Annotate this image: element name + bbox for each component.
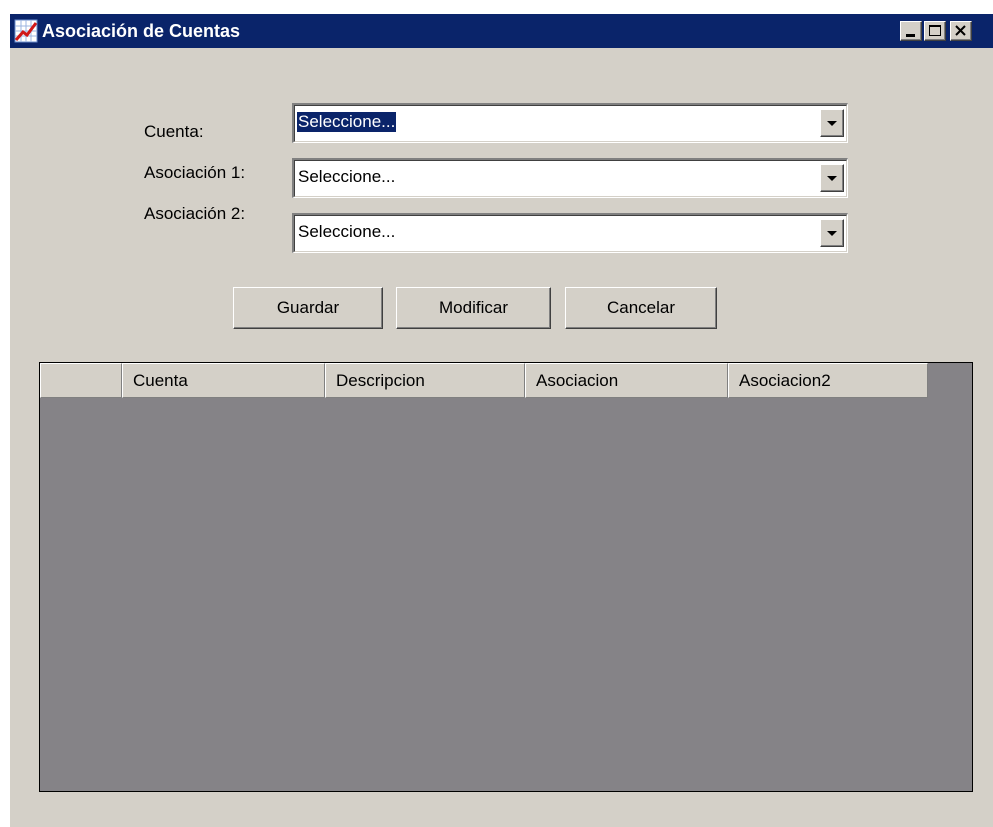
window: Asociación de Cuentas Cuenta: Asociación…	[10, 14, 993, 827]
asociacion1-dropdown-button[interactable]	[820, 164, 844, 192]
asociacion1-label: Asociación 1:	[144, 163, 246, 182]
asociacion2-dropdown[interactable]: Seleccione...	[292, 213, 848, 253]
minimize-button[interactable]	[900, 21, 922, 41]
accounts-grid[interactable]: Cuenta Descripcion Asociacion Asociacion…	[39, 362, 973, 792]
chart-app-icon	[14, 19, 38, 43]
asociacion1-dropdown[interactable]: Seleccione...	[292, 158, 848, 198]
asociacion2-dropdown-button[interactable]	[820, 219, 844, 247]
asociacion1-dropdown-frame: Seleccione...	[294, 160, 847, 197]
chevron-down-icon	[827, 231, 837, 236]
asociacion2-dropdown-frame: Seleccione...	[294, 215, 847, 252]
chevron-down-icon	[827, 176, 837, 181]
window-title: Asociación de Cuentas	[42, 21, 241, 41]
title-bar[interactable]: Asociación de Cuentas	[10, 14, 993, 48]
column-header-asociacion2[interactable]: Asociacion2	[728, 363, 928, 398]
cuenta-label: Cuenta:	[144, 122, 204, 141]
column-header-cuenta[interactable]: Cuenta	[122, 363, 325, 398]
guardar-button[interactable]: Guardar	[233, 287, 383, 329]
cuenta-dropdown-value: Seleccione...	[295, 111, 398, 133]
maximize-button[interactable]	[924, 21, 946, 41]
cancelar-button[interactable]: Cancelar	[565, 287, 717, 329]
cuenta-dropdown-frame: Seleccione...	[294, 105, 847, 142]
asociacion2-label: Asociación 2:	[144, 204, 246, 223]
minimize-icon	[906, 34, 915, 37]
asociacion1-dropdown-value: Seleccione...	[298, 167, 396, 186]
grid-header: Cuenta Descripcion Asociacion Asociacion…	[40, 363, 930, 398]
chevron-down-icon	[827, 121, 837, 126]
grid-row-header-corner[interactable]	[40, 363, 122, 398]
cuenta-dropdown-button[interactable]	[820, 109, 844, 137]
maximize-icon	[929, 25, 941, 36]
cuenta-dropdown[interactable]: Seleccione...	[292, 103, 848, 143]
close-button[interactable]	[950, 21, 972, 41]
modificar-button[interactable]: Modificar	[396, 287, 551, 329]
column-header-descripcion[interactable]: Descripcion	[325, 363, 525, 398]
asociacion2-dropdown-value: Seleccione...	[298, 222, 396, 241]
column-header-asociacion[interactable]: Asociacion	[525, 363, 728, 398]
close-icon	[955, 25, 966, 36]
